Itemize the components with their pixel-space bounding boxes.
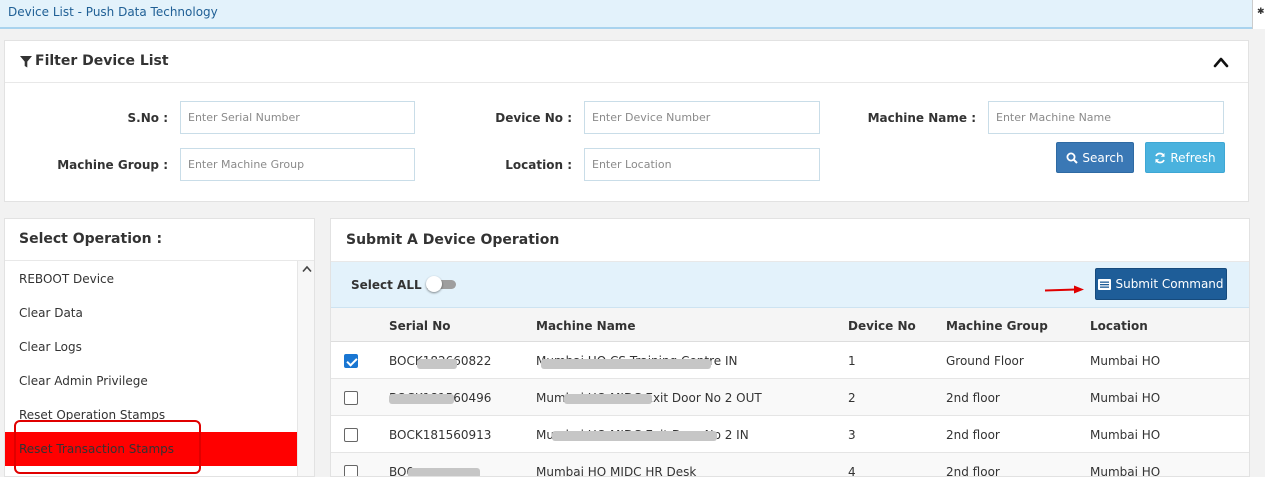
machine-group-cell: 2nd floor xyxy=(946,465,1000,477)
row-checkbox[interactable] xyxy=(344,465,358,476)
submit-command-label: Submit Command xyxy=(1115,277,1224,291)
table-row[interactable]: BO0 Mumbai HO MIDC HR Desk 4 2nd floor M… xyxy=(331,453,1249,477)
serial-number-label: S.No : xyxy=(127,111,168,125)
refresh-button[interactable]: Refresh xyxy=(1145,142,1225,173)
redaction-blur xyxy=(564,394,652,404)
device-table-header: Serial No Machine Name Device No Machine… xyxy=(331,308,1249,342)
row-checkbox[interactable] xyxy=(344,391,358,405)
device-no-cell: 2 xyxy=(848,391,856,405)
device-number-input[interactable] xyxy=(584,101,820,134)
submit-operation-header: Submit A Device Operation xyxy=(331,219,1249,262)
location-cell: Mumbai HO xyxy=(1090,391,1161,405)
gear-icon[interactable]: ✱ xyxy=(1257,7,1265,17)
column-header-serial-no[interactable]: Serial No xyxy=(389,319,451,333)
select-all-label: Select ALL : xyxy=(351,278,431,292)
operation-item-clear-admin-privilege[interactable]: Clear Admin Privilege xyxy=(5,364,297,398)
device-no-cell: 1 xyxy=(848,354,856,368)
submit-command-button[interactable]: Submit Command xyxy=(1095,268,1227,300)
scroll-up-icon[interactable] xyxy=(302,265,312,273)
operation-item-clear-logs[interactable]: Clear Logs xyxy=(5,330,297,364)
device-no-cell: 3 xyxy=(848,428,856,442)
submit-operation-panel: Submit A Device Operation Select ALL : S… xyxy=(330,218,1250,477)
toggle-knob xyxy=(426,276,442,292)
location-cell: Mumbai HO xyxy=(1090,354,1161,368)
machine-group-cell: 2nd floor xyxy=(946,391,1000,405)
location-label: Location : xyxy=(505,158,572,172)
redaction-blur xyxy=(417,359,457,369)
table-row[interactable]: BOCK182660822 Mumbai HO CS Training Cent… xyxy=(331,342,1249,379)
operation-item-reboot-device[interactable]: REBOOT Device xyxy=(5,262,297,296)
operation-item-clear-data[interactable]: Clear Data xyxy=(5,296,297,330)
redaction-blur xyxy=(389,394,454,404)
machine-group-cell: 2nd floor xyxy=(946,428,1000,442)
refresh-button-label: Refresh xyxy=(1170,150,1216,165)
submit-operation-title: Submit A Device Operation xyxy=(346,232,560,248)
chevron-up-icon[interactable] xyxy=(1213,55,1229,69)
operation-list-scrollbar[interactable] xyxy=(297,261,314,476)
serial-no-cell: BOCK181560913 xyxy=(389,428,492,442)
select-all-toggle[interactable] xyxy=(426,276,462,292)
submit-toolbar: Select ALL : Submit Command xyxy=(331,262,1249,308)
device-number-label: Device No : xyxy=(495,111,572,125)
column-header-machine-group[interactable]: Machine Group xyxy=(946,319,1048,333)
machine-name-label: Machine Name : xyxy=(867,111,976,125)
table-row[interactable]: BOCK181560496 Mumbai HO MIDC Exit Door N… xyxy=(331,379,1249,416)
redaction-blur xyxy=(408,468,480,476)
list-icon xyxy=(1098,278,1112,290)
filter-panel: Filter Device List S.No : Device No : Ma… xyxy=(4,40,1249,202)
column-header-device-no[interactable]: Device No xyxy=(848,319,916,333)
device-no-cell: 4 xyxy=(848,465,856,477)
select-operation-header: Select Operation : xyxy=(5,219,314,261)
machine-group-label: Machine Group : xyxy=(57,158,168,172)
select-operation-title: Select Operation : xyxy=(19,231,163,247)
settings-corner[interactable]: ✱ xyxy=(1252,0,1265,29)
operation-list[interactable]: REBOOT Device Clear Data Clear Logs Clea… xyxy=(5,261,297,476)
operation-item-reset-transaction-stamps[interactable]: Reset Transaction Stamps xyxy=(5,432,297,466)
location-cell: Mumbai HO xyxy=(1090,465,1161,477)
search-icon xyxy=(1066,152,1079,164)
search-button[interactable]: Search xyxy=(1056,142,1134,173)
table-row[interactable]: BOCK181560913 Mumbai HO MIDC Exit Door N… xyxy=(331,416,1249,453)
row-checkbox[interactable] xyxy=(344,354,358,368)
filter-panel-title: Filter Device List xyxy=(35,53,169,69)
redaction-blur xyxy=(552,431,717,441)
machine-group-cell: Ground Floor xyxy=(946,354,1024,368)
column-header-location[interactable]: Location xyxy=(1090,319,1148,333)
window-titlebar: Device List - Push Data Technology xyxy=(0,0,1252,29)
redaction-blur xyxy=(541,359,711,369)
window-title: Device List - Push Data Technology xyxy=(8,5,218,19)
filter-panel-header: Filter Device List xyxy=(5,41,1248,83)
machine-name-cell: Mumbai HO MIDC HR Desk xyxy=(536,465,697,477)
search-button-label: Search xyxy=(1082,150,1124,165)
operation-item-reset-operation-stamps[interactable]: Reset Operation Stamps xyxy=(5,398,297,432)
column-header-machine-name[interactable]: Machine Name xyxy=(536,319,635,333)
row-checkbox[interactable] xyxy=(344,428,358,442)
select-operation-panel: Select Operation : REBOOT Device Clear D… xyxy=(4,218,315,477)
filter-icon xyxy=(20,56,32,68)
location-input[interactable] xyxy=(584,148,820,181)
refresh-icon xyxy=(1155,152,1166,163)
serial-number-input[interactable] xyxy=(180,101,415,134)
location-cell: Mumbai HO xyxy=(1090,428,1161,442)
machine-group-input[interactable] xyxy=(180,148,415,181)
machine-name-input[interactable] xyxy=(988,101,1224,134)
